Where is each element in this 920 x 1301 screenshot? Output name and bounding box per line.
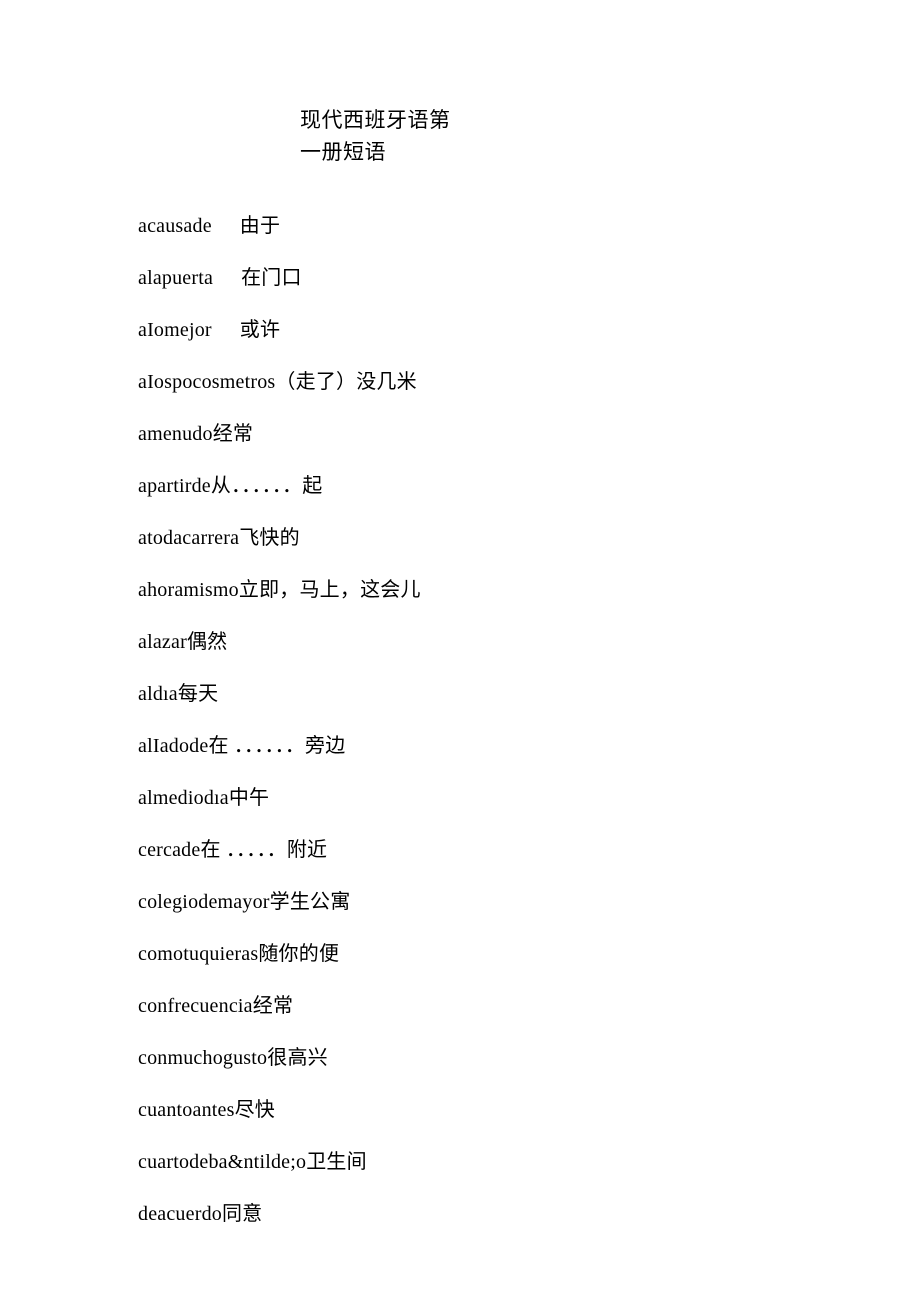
title-line-2: 一册短语 xyxy=(300,137,782,169)
document-page: 现代西班牙语第 一册短语 acausade 由于 alapuerta 在门口 aIome… xyxy=(0,0,920,1254)
definition: 随你的便 xyxy=(258,943,339,965)
definition: 中午 xyxy=(229,787,269,809)
definition: 学生公寓 xyxy=(270,891,351,913)
vocabulary-entry: confrecuencia经常 xyxy=(138,994,782,1018)
definition: 立即，马上，这会儿 xyxy=(239,579,421,601)
vocabulary-entry: cercade在 ．．．．．附近 xyxy=(138,838,782,862)
vocabulary-entry: apartirde从．．．．．．起 xyxy=(138,474,782,498)
definition: 尽快 xyxy=(235,1099,275,1121)
vocabulary-entry: acausade 由于 xyxy=(138,214,782,238)
vocabulary-entry: alazar偶然 xyxy=(138,630,782,654)
term: colegiodemayor xyxy=(138,891,270,913)
definition: 飞快的 xyxy=(239,527,300,549)
term: cercade xyxy=(138,839,200,861)
term: acausade xyxy=(138,215,212,237)
definition: 在 ．．．．．．旁边 xyxy=(208,735,345,757)
term: deacuerdo xyxy=(138,1203,222,1225)
vocabulary-entry: cuartodeba&ntilde;o卫生间 xyxy=(138,1150,782,1174)
definition: 或许 xyxy=(240,319,280,341)
term: cuartodeba&ntilde;o xyxy=(138,1151,306,1173)
vocabulary-entry: alIadode在 ．．．．．．旁边 xyxy=(138,734,782,758)
term: aIospocosmetros xyxy=(138,371,275,393)
vocabulary-entry: aldıa每天 xyxy=(138,682,782,706)
definition: 经常 xyxy=(213,423,253,445)
term: aldıa xyxy=(138,683,178,705)
term: apartirde xyxy=(138,475,211,497)
vocabulary-entry: conmuchogusto很高兴 xyxy=(138,1046,782,1070)
term: atodacarrera xyxy=(138,527,239,549)
term: almediodıa xyxy=(138,787,229,809)
definition: 同意 xyxy=(222,1203,262,1225)
vocabulary-entry: almediodıa中午 xyxy=(138,786,782,810)
vocabulary-entry: deacuerdo同意 xyxy=(138,1202,782,1226)
term: alapuerta xyxy=(138,267,213,289)
vocabulary-list: acausade 由于 alapuerta 在门口 aIomejor 或许 aIospoco… xyxy=(138,214,782,1254)
vocabulary-entry: atodacarrera飞快的 xyxy=(138,526,782,550)
vocabulary-entry: alapuerta 在门口 xyxy=(138,266,782,290)
term: aIomejor xyxy=(138,319,212,341)
vocabulary-entry: aIospocosmetros（走了）没几米 xyxy=(138,370,782,394)
vocabulary-entry: amenudo经常 xyxy=(138,422,782,446)
term: comotuquieras xyxy=(138,943,258,965)
vocabulary-entry: ahoramismo立即，马上，这会儿 xyxy=(138,578,782,602)
definition: 在 ．．．．．附近 xyxy=(200,839,327,861)
term: conmuchogusto xyxy=(138,1047,267,1069)
definition: 卫生间 xyxy=(306,1151,367,1173)
term: alazar xyxy=(138,631,187,653)
term: confrecuencia xyxy=(138,995,253,1017)
definition: 在门口 xyxy=(241,267,302,289)
definition: 每天 xyxy=(178,683,218,705)
title-line-1: 现代西班牙语第 xyxy=(300,105,782,137)
definition: 从．．．．．．起 xyxy=(211,475,323,497)
vocabulary-entry: colegiodemayor学生公寓 xyxy=(138,890,782,914)
term: cuantoantes xyxy=(138,1099,235,1121)
definition: 由于 xyxy=(240,215,280,237)
vocabulary-entry: cuantoantes尽快 xyxy=(138,1098,782,1122)
term: alIadode xyxy=(138,735,208,757)
definition: 经常 xyxy=(253,995,293,1017)
vocabulary-entry: comotuquieras随你的便 xyxy=(138,942,782,966)
term: amenudo xyxy=(138,423,213,445)
term: ahoramismo xyxy=(138,579,239,601)
definition: 很高兴 xyxy=(267,1047,328,1069)
document-title: 现代西班牙语第 一册短语 xyxy=(300,105,782,168)
definition: （走了）没几米 xyxy=(275,371,416,393)
vocabulary-entry: aIomejor 或许 xyxy=(138,318,782,342)
definition: 偶然 xyxy=(187,631,227,653)
